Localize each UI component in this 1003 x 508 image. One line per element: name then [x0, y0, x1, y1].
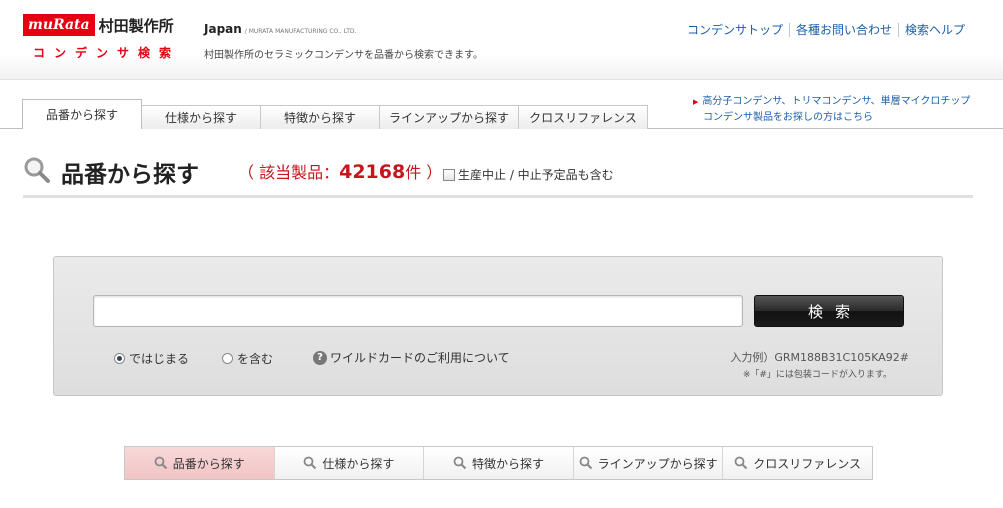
- tab-part-number[interactable]: 品番から探す: [22, 99, 142, 129]
- magnifier-icon: [453, 456, 467, 470]
- site-header: muRata 村田製作所 コンデンサ検索 Japan / MURATA MANUFA…: [0, 0, 1003, 80]
- bottom-nav-features[interactable]: 特徴から探す: [423, 447, 573, 479]
- other-products-link[interactable]: ▶ 高分子コンデンサ、トリマコンデンサ、単層マイクロチップ コンデンサ製品をお探し…: [693, 94, 970, 125]
- bottom-nav-label: クロスリファレンス: [753, 456, 862, 471]
- page-title: 品番から探す: [61, 162, 199, 188]
- other-products-line2: コンデンサ製品をお探しの方はこちら: [703, 112, 873, 123]
- tab-specification[interactable]: 仕様から探す: [141, 105, 261, 129]
- option-starts-with-label: ではじまる: [129, 352, 190, 366]
- magnifier-icon: [303, 456, 317, 470]
- tab-features[interactable]: 特徴から探す: [260, 105, 380, 129]
- radio-selected-icon[interactable]: [114, 353, 125, 364]
- arrow-right-icon: ▶: [693, 98, 699, 106]
- region-label: Japan / MURATA MANUFACTURING CO., LTD.: [204, 22, 356, 36]
- radio-icon[interactable]: [222, 353, 233, 364]
- wildcard-help-label: ワイルドカードのご利用について: [330, 351, 510, 365]
- bottom-nav-label: 仕様から探す: [322, 456, 395, 471]
- search-button[interactable]: 検索: [754, 295, 904, 327]
- bottom-nav: 品番から探す 仕様から探す 特徴から探す ラインアップから探す クロスリファレン…: [124, 446, 873, 480]
- murata-logo[interactable]: muRata 村田製作所: [23, 14, 174, 36]
- site-subtitle: コンデンサ検索: [33, 46, 181, 60]
- count-suffix: 件 ）: [405, 163, 443, 182]
- input-example: 入力例）GRM188B31C105KA92#: [730, 351, 909, 364]
- option-contains[interactable]: を含む: [222, 350, 273, 367]
- header-links: コンデンサトップ 各種お問い合わせ 検索ヘルプ: [687, 21, 965, 38]
- magnifier-icon: [579, 456, 592, 470]
- count-value: 42168: [339, 161, 406, 183]
- tab-lineup[interactable]: ラインアップから探す: [379, 105, 519, 129]
- other-products-line1: 高分子コンデンサ、トリマコンデンサ、単層マイクロチップ: [702, 96, 971, 107]
- discontinued-checkbox[interactable]: 生産中止 / 中止予定品も含む: [443, 166, 614, 183]
- bottom-nav-lineup[interactable]: ラインアップから探す: [572, 447, 723, 479]
- title-row: 品番から探す （ 該当製品：42168件 ） 生産中止 / 中止予定品も含む: [23, 154, 973, 198]
- question-icon: ?: [313, 350, 327, 365]
- discontinued-label: 生産中止 / 中止予定品も含む: [458, 168, 614, 182]
- option-starts-with[interactable]: ではじまる: [114, 350, 189, 367]
- part-number-input[interactable]: [93, 295, 743, 327]
- bottom-nav-specification[interactable]: 仕様から探す: [273, 447, 424, 479]
- logo-jp-text: 村田製作所: [98, 16, 174, 35]
- magnifier-icon: [154, 456, 167, 470]
- bottom-nav-part-number[interactable]: 品番から探す: [125, 447, 274, 479]
- bottom-nav-label: ラインアップから探す: [597, 456, 718, 471]
- tab-cross-reference[interactable]: クロスリファレンス: [518, 105, 648, 129]
- capacitor-top-link[interactable]: コンデンサトップ: [687, 23, 789, 37]
- input-example-note: ※「#」には包装コードが入ります。: [742, 370, 892, 380]
- search-help-link[interactable]: 検索ヘルプ: [897, 23, 965, 37]
- count-prefix: （ 該当製品：: [238, 163, 340, 182]
- logo-mark: muRata: [23, 14, 95, 36]
- checkbox-icon[interactable]: [443, 168, 455, 181]
- contact-link[interactable]: 各種お問い合わせ: [788, 23, 898, 37]
- bottom-nav-label: 特徴から探す: [471, 456, 544, 471]
- magnifier-icon: [734, 456, 748, 470]
- region-name: Japan: [204, 22, 242, 36]
- tagline: 村田製作所のセラミックコンデンサを品番から検索できます。: [204, 50, 483, 61]
- search-panel: 検索 ではじまる を含む ? ワイルドカードのご利用について 入力例）GRM188…: [53, 256, 943, 396]
- search-tabs: 品番から探す 仕様から探す 特徴から探す ラインアップから探す クロスリファレン…: [22, 99, 648, 129]
- company-name: / MURATA MANUFACTURING CO., LTD.: [244, 28, 357, 35]
- bottom-nav-cross-reference[interactable]: クロスリファレンス: [722, 447, 872, 479]
- bottom-nav-label: 品番から探す: [172, 456, 245, 471]
- magnifier-icon: [24, 157, 50, 183]
- option-contains-label: を含む: [237, 352, 274, 366]
- result-count: （ 該当製品：42168件 ）: [238, 159, 442, 183]
- wildcard-help-link[interactable]: ? ワイルドカードのご利用について: [313, 349, 510, 366]
